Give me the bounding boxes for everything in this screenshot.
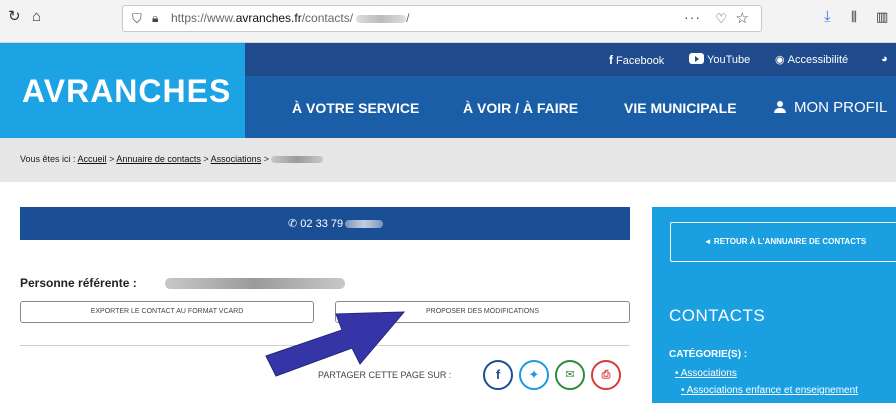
address-bar[interactable]: ⛉ 🔒︎ https://www.avranches.fr/contacts//… [122,5,762,32]
facebook-label: Facebook [616,55,665,67]
library-icon[interactable]: ⫼ [851,8,857,26]
reload-icon[interactable]: ↻ [8,8,21,26]
more-social-icon[interactable]: ◕ [881,53,888,65]
annotation-arrow-icon [265,311,406,377]
lock-icon[interactable]: 🔒︎ [152,11,158,26]
phone-icon: ✆ [288,218,301,230]
person-icon [774,101,786,113]
phone-number[interactable]: ✆ 02 33 79 [288,217,384,230]
youtube-link[interactable]: YouTube [689,53,750,66]
breadcrumb-link-associations[interactable]: Associations [211,154,262,164]
pocket-icon[interactable]: ♡ [715,11,727,27]
youtube-icon [689,53,704,64]
phone-text: 02 33 79 [300,218,344,230]
site-logo[interactable]: AVRANCHES [0,43,245,138]
breadcrumb-link-annuaire[interactable]: Annuaire de contacts [116,154,201,164]
redacted-phone [345,220,384,229]
twitter-icon: ✦ [528,367,540,382]
facebook-link[interactable]: f Facebook [609,53,664,67]
category-link-text: Associations enfance et enseignement [686,385,858,396]
breadcrumb-prefix: Vous êtes ici : [20,154,78,164]
nav-item-votre-service[interactable]: À VOTRE SERVICE [292,100,419,116]
share-facebook-button[interactable]: f [483,360,513,390]
share-twitter-button[interactable]: ✦ [519,360,549,390]
accessibility-label: Accessibilité [787,54,849,66]
breadcrumb-separator: > [106,154,117,164]
share-mail-button[interactable]: ✉ [555,360,585,390]
nav-item-vie-municipale[interactable]: VIE MUNICIPALE [624,100,737,116]
share-print-button[interactable]: ⎙ [591,360,621,390]
breadcrumb-separator: > [261,154,272,164]
category-link-text: Associations [680,368,737,379]
shield-icon[interactable]: ⛉ [132,11,142,27]
redacted-url-segment [356,14,407,23]
mon-profil-label: MON PROFIL [794,99,888,116]
main-nav: À VOTRE SERVICE À VOIR / À FAIRE VIE MUN… [245,76,896,138]
youtube-label: YouTube [707,54,751,66]
breadcrumb: Vous êtes ici : Accueil > Annuaire de co… [0,138,896,182]
redacted-referent-name [165,278,345,289]
print-icon: ⎙ [601,369,611,381]
url-text[interactable]: https://www.avranches.fr/contacts// [171,11,409,25]
mail-icon: ✉ [565,369,575,381]
page-actions-menu-icon[interactable]: ··· [684,9,701,25]
accessibility-link[interactable]: ◉ Accessibilité [775,53,848,66]
sidebar-icon[interactable]: ▥ [876,8,888,26]
category-link-enfance[interactable]: • Associations enfance et enseignement [681,385,858,396]
home-icon[interactable]: ⌂ [32,8,41,26]
download-icon[interactable]: ⤓ [824,8,831,26]
sidebar-category-label: CATÉGORIE(S) : [669,349,748,360]
back-to-directory-button[interactable]: ◄ RETOUR À L'ANNUAIRE DE CONTACTS [670,222,896,262]
phone-bar: ✆ 02 33 79 [20,207,630,240]
nav-item-mon-profil[interactable]: MON PROFIL [774,99,887,116]
facebook-icon: f [609,53,613,67]
eye-icon: ◉ [775,54,785,66]
browser-toolbar: ↻ ⌂ ⛉ 🔒︎ https://www.avranches.fr/contac… [0,0,896,43]
redacted-breadcrumb [271,156,324,164]
referent-label: Personne référente : [20,276,137,290]
sidebar-title: CONTACTS [669,306,766,325]
nav-item-voir-faire[interactable]: À VOIR / À FAIRE [463,100,578,116]
category-link-associations[interactable]: • Associations [675,368,737,379]
breadcrumb-link-accueil[interactable]: Accueil [78,154,107,164]
facebook-icon: f [495,367,501,382]
logo-text: AVRANCHES [22,73,232,109]
breadcrumb-separator: > [200,154,211,164]
bookmark-star-icon[interactable]: ☆ [736,9,749,27]
social-bar: f Facebook YouTube ◉ Accessibilité ◕ [245,43,896,76]
